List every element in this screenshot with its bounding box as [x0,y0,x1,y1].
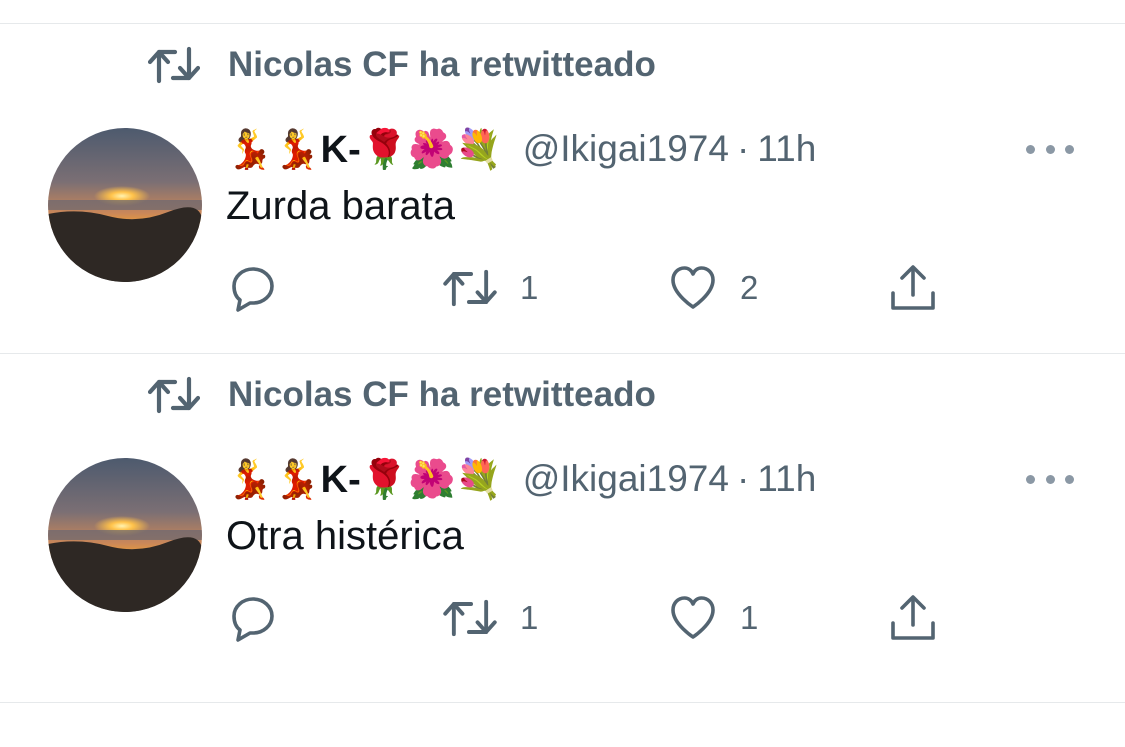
share-icon [888,263,938,313]
retweet-button[interactable]: 1 [442,592,538,644]
retweet-icon [442,266,498,310]
retweet-button[interactable]: 1 [442,262,538,314]
like-count: 1 [740,599,759,636]
bottom-divider [0,702,1125,703]
author-handle[interactable]: @Ikigai1974 [523,458,729,500]
more-options-icon[interactable] [1026,138,1074,160]
author-display-name[interactable]: 💃💃K-🌹🌺💐 [226,457,503,502]
like-button[interactable]: 1 [668,592,758,644]
retweet-context[interactable]: Nicolas CF ha retwitteado [148,40,656,90]
dancer-emoji: 💃💃 [226,126,321,171]
tweet-text: Zurda barata [226,184,456,228]
reply-icon [228,263,278,313]
tweet-timestamp[interactable]: 11h [757,128,816,170]
share-icon [888,593,938,643]
retweeted-by-label: Nicolas CF ha retwitteado [228,45,656,84]
reply-button[interactable] [228,592,300,644]
retweet-context[interactable]: Nicolas CF ha retwitteado [148,370,656,420]
tweet-text: Otra histérica [226,514,464,558]
flower-emoji: 🌹🌺💐 [360,456,503,501]
separator-dot: · [736,458,750,499]
tweet-header: 💃💃K-🌹🌺💐 @Ikigai1974 · 11h [226,118,816,180]
share-button[interactable] [888,592,938,644]
avatar[interactable] [48,458,202,612]
heart-icon [668,263,718,313]
retweet-icon [148,45,200,85]
tweet[interactable]: Nicolas CF ha retwitteado 💃💃K-🌹🌺💐 @Ikiga… [0,330,1125,660]
retweet-count: 1 [520,599,539,636]
separator-dot: · [736,128,750,169]
like-count: 2 [740,269,759,306]
author-name-text: K- [320,128,361,171]
author-name-text: K- [320,458,361,501]
author-display-name[interactable]: 💃💃K-🌹🌺💐 [226,127,503,172]
tweet[interactable]: Nicolas CF ha retwitteado 💃💃K-🌹🌺💐 @Ikiga… [0,0,1125,330]
author-handle[interactable]: @Ikigai1974 [523,128,729,170]
heart-icon [668,593,718,643]
retweeted-by-label: Nicolas CF ha retwitteado [228,375,656,414]
flower-emoji: 🌹🌺💐 [360,126,503,171]
retweet-count: 1 [520,269,539,306]
reply-icon [228,593,278,643]
like-button[interactable]: 2 [668,262,758,314]
more-options-icon[interactable] [1026,468,1074,490]
retweet-icon [442,596,498,640]
share-button[interactable] [888,262,938,314]
tweet-timestamp[interactable]: 11h [757,458,816,500]
avatar[interactable] [48,128,202,282]
retweet-icon [148,375,200,415]
reply-button[interactable] [228,262,300,314]
dancer-emoji: 💃💃 [226,456,321,501]
tweet-header: 💃💃K-🌹🌺💐 @Ikigai1974 · 11h [226,448,816,510]
